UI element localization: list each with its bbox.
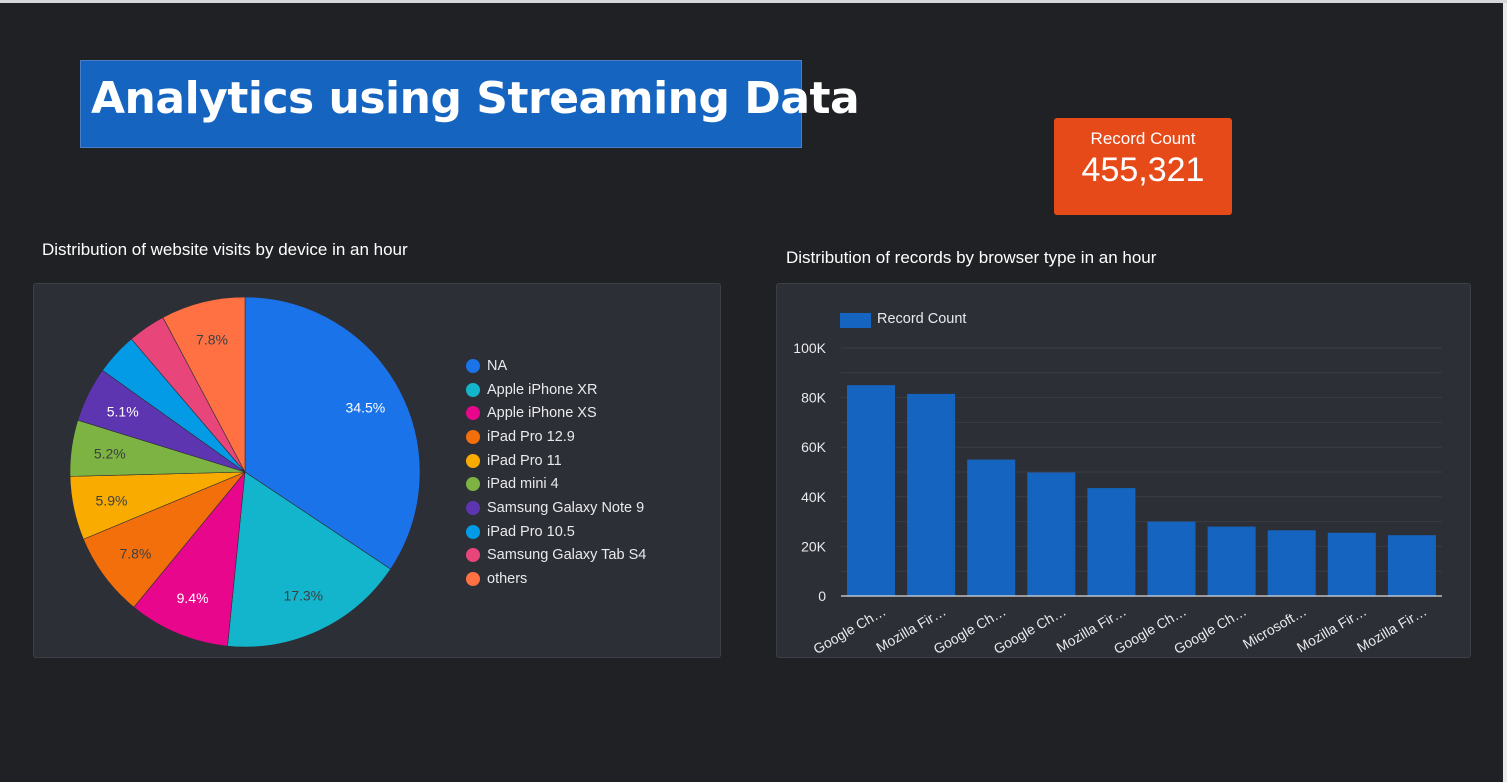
pie-legend-label: NA bbox=[487, 357, 508, 374]
pie-legend-label: others bbox=[487, 571, 528, 588]
pie-legend: NA Apple iPhone XR Apple iPhone XS iPad Pro… bbox=[466, 354, 646, 591]
bar-chart: 020K40K60K80K100KGoogle Ch…Mozilla Fir…G… bbox=[793, 340, 1442, 657]
legend-dot-icon bbox=[466, 382, 480, 397]
pie-legend-label: iPad Pro 12.9 bbox=[487, 428, 575, 445]
top-border bbox=[0, 0, 1507, 3]
y-tick-label: 60K bbox=[801, 439, 827, 455]
pie-legend-label: Apple iPhone XS bbox=[487, 405, 597, 422]
pie-legend-item[interactable]: Apple iPhone XR bbox=[466, 378, 646, 402]
pie-legend-item[interactable]: iPad Pro 10.5 bbox=[466, 520, 646, 544]
pie-chart-panel[interactable]: 34.5% 17.3% 9.4% 7.8% 5.9% 5.2% 5.1% 7.8% NA App… bbox=[33, 283, 721, 658]
pie-legend-label: iPad mini 4 bbox=[487, 476, 559, 493]
y-tick-label: 20K bbox=[801, 538, 827, 554]
pie-legend-label: iPad Pro 10.5 bbox=[487, 523, 575, 540]
pie-legend-label: Apple iPhone XR bbox=[487, 381, 598, 398]
bar[interactable] bbox=[1267, 530, 1316, 596]
bar[interactable] bbox=[1027, 472, 1076, 597]
pie-legend-item[interactable]: iPad mini 4 bbox=[466, 472, 646, 496]
bar[interactable] bbox=[1207, 526, 1256, 596]
legend-dot-icon bbox=[466, 406, 480, 421]
bar-chart-panel[interactable]: Record Count 0 20K 40K 60K 80K 100K Google Ch…… bbox=[776, 283, 1471, 658]
bar[interactable] bbox=[1387, 535, 1436, 596]
legend-dot-icon bbox=[466, 500, 480, 515]
pie-slice-label: 5.9% bbox=[96, 492, 128, 508]
pie-slice-label: 17.3% bbox=[283, 587, 323, 603]
pie-slice-label: 9.4% bbox=[177, 590, 209, 606]
bar[interactable] bbox=[847, 385, 895, 596]
pie-legend-item[interactable]: iPad Pro 11 bbox=[466, 449, 646, 473]
scorecard-value: 455,321 bbox=[1081, 151, 1205, 189]
pie-legend-label: Samsung Galaxy Tab S4 bbox=[487, 547, 647, 564]
record-count-scorecard[interactable]: Record Count 455,321 bbox=[1054, 118, 1232, 215]
pie-legend-label: iPad Pro 11 bbox=[487, 452, 562, 469]
legend-dot-icon bbox=[466, 548, 480, 563]
pie-legend-item[interactable]: Samsung Galaxy Note 9 bbox=[466, 496, 646, 520]
bar[interactable] bbox=[1327, 532, 1376, 596]
y-tick-label: 80K bbox=[801, 390, 827, 406]
scrollbar-edge bbox=[1503, 3, 1507, 782]
dashboard-title: Analytics using Streaming Data bbox=[91, 73, 860, 124]
legend-dot-icon bbox=[466, 453, 480, 468]
y-tick-label: 40K bbox=[801, 489, 827, 505]
pie-legend-item[interactable]: iPad Pro 12.9 bbox=[466, 425, 646, 449]
y-tick-label: 0 bbox=[818, 588, 826, 604]
pie-legend-item[interactable]: NA bbox=[466, 354, 646, 378]
pie-chart: 34.5% 17.3% 9.4% 7.8% 5.9% 5.2% 5.1% 7.8% bbox=[69, 296, 421, 648]
legend-dot-icon bbox=[466, 358, 480, 373]
pie-legend-item[interactable]: others bbox=[466, 567, 646, 591]
legend-dot-icon bbox=[466, 572, 480, 587]
bar[interactable] bbox=[1087, 488, 1136, 596]
y-tick-label: 100K bbox=[793, 340, 826, 356]
pie-slice-label: 5.2% bbox=[94, 445, 126, 461]
legend-dot-icon bbox=[466, 524, 480, 539]
scorecard-label: Record Count bbox=[1090, 129, 1196, 148]
pie-slice-label: 7.8% bbox=[196, 332, 228, 348]
bar[interactable] bbox=[907, 393, 956, 596]
pie-legend-item[interactable]: Apple iPhone XS bbox=[466, 401, 646, 425]
dashboard-title-box: Analytics using Streaming Data bbox=[80, 60, 860, 148]
legend-dot-icon bbox=[466, 477, 480, 492]
pie-legend-label: Samsung Galaxy Note 9 bbox=[487, 499, 645, 516]
bar-chart-title: Distribution of records by browser type … bbox=[786, 248, 1157, 267]
pie-legend-item[interactable]: Samsung Galaxy Tab S4 bbox=[466, 544, 646, 568]
pie-slice-label: 5.1% bbox=[107, 403, 139, 419]
pie-chart-title: Distribution of website visits by device… bbox=[42, 240, 408, 259]
legend-dot-icon bbox=[466, 429, 480, 444]
pie-slice-label: 34.5% bbox=[346, 400, 386, 416]
bar[interactable] bbox=[967, 459, 1016, 596]
bar[interactable] bbox=[1147, 521, 1196, 596]
pie-slice-label: 7.8% bbox=[119, 545, 151, 561]
